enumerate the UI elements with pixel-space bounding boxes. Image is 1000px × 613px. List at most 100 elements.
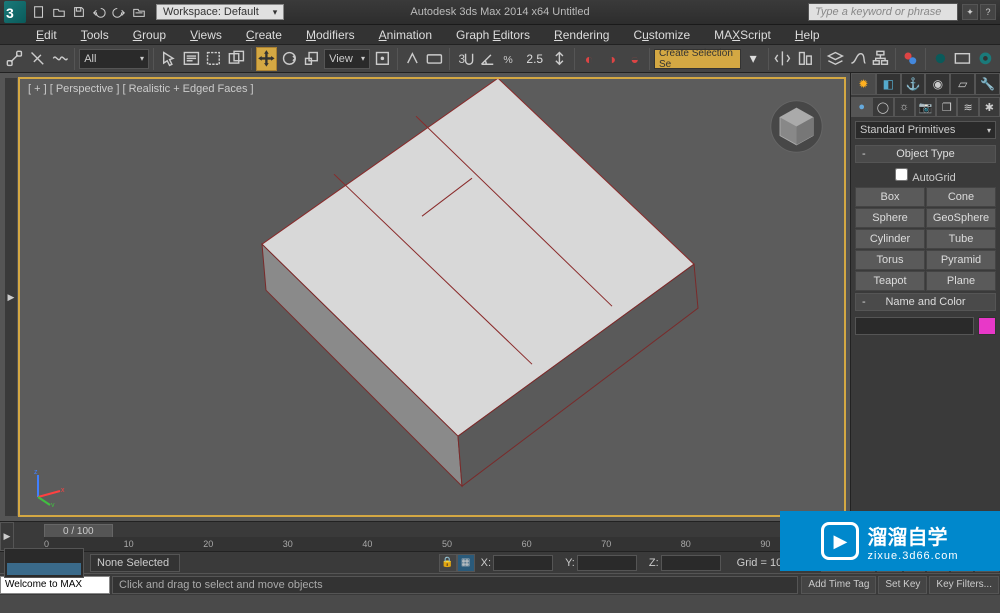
object-color-swatch[interactable]: [978, 317, 996, 335]
rollout-name-color[interactable]: Name and Color: [855, 293, 996, 311]
app-logo[interactable]: 3: [4, 1, 26, 23]
object-name-input[interactable]: [855, 317, 974, 335]
cameras-tab-icon[interactable]: 📷: [915, 97, 936, 117]
select-by-name-icon[interactable]: [181, 47, 202, 71]
pivot-center-icon[interactable]: [372, 47, 393, 71]
set-key-button[interactable]: Set Key: [878, 576, 927, 594]
undo-icon[interactable]: [90, 3, 108, 21]
cylinder-button[interactable]: Cylinder: [855, 229, 925, 249]
modify-tab-icon[interactable]: ◧: [876, 73, 901, 95]
render-icon[interactable]: [975, 47, 996, 71]
add-time-tag[interactable]: Add Time Tag: [801, 576, 876, 594]
save-icon[interactable]: [70, 3, 88, 21]
utilities-tab-icon[interactable]: 🔧: [975, 73, 1000, 95]
tube-button[interactable]: Tube: [926, 229, 996, 249]
key-filters-button[interactable]: Key Filters...: [929, 576, 999, 594]
hierarchy-tab-icon[interactable]: ⚓: [901, 73, 926, 95]
menu-create[interactable]: Create: [234, 26, 294, 44]
torus-button[interactable]: Torus: [855, 250, 925, 270]
select-rotate-icon[interactable]: [279, 47, 300, 71]
infocenter-icon[interactable]: ✦: [962, 4, 978, 20]
scene-box[interactable]: [162, 77, 702, 508]
time-ruler[interactable]: 0 10 20 30 40 50 60 70 80 90: [44, 537, 840, 551]
percent-snap-icon[interactable]: %: [500, 47, 521, 71]
link-icon[interactable]: [4, 47, 25, 71]
layers-icon[interactable]: [825, 47, 846, 71]
menu-group[interactable]: Group: [121, 26, 178, 44]
bind-spacewarp-icon[interactable]: [50, 47, 71, 71]
curve-editor-icon[interactable]: [848, 47, 869, 71]
spacewarps-tab-icon[interactable]: ≋: [957, 97, 978, 117]
menu-rendering[interactable]: Rendering: [542, 26, 621, 44]
spinner-snap-icon[interactable]: [549, 47, 570, 71]
workspace-selector[interactable]: Workspace: Default: [156, 4, 284, 20]
z-input[interactable]: [661, 555, 721, 571]
viewport-perspective[interactable]: [ + ] [ Perspective ] [ Realistic + Edge…: [18, 77, 846, 517]
viewcube-icon[interactable]: [769, 99, 824, 154]
align-icon[interactable]: [795, 47, 816, 71]
snap-toggle-icon[interactable]: 3: [454, 47, 475, 71]
named-selection-sets[interactable]: Create Selection Se: [654, 49, 741, 69]
new-icon[interactable]: [30, 3, 48, 21]
shapes-tab-icon[interactable]: ◯: [872, 97, 893, 117]
schematic-icon[interactable]: [870, 47, 891, 71]
pyramid-button[interactable]: Pyramid: [926, 250, 996, 270]
render-frame-icon[interactable]: [952, 47, 973, 71]
select-object-icon[interactable]: [158, 47, 179, 71]
time-slider-zone[interactable]: 0 / 100 0 10 20 30 40 50 60 70 80 90: [14, 522, 850, 551]
select-scale-icon[interactable]: [301, 47, 322, 71]
render-setup-icon[interactable]: [930, 47, 951, 71]
lights-tab-icon[interactable]: ☼: [894, 97, 915, 117]
rollout-object-type[interactable]: Object Type: [855, 145, 996, 163]
select-move-icon[interactable]: [256, 47, 277, 71]
redo-icon[interactable]: [110, 3, 128, 21]
plane-button[interactable]: Plane: [926, 271, 996, 291]
project-icon[interactable]: [130, 3, 148, 21]
named-sel-dropdown-icon[interactable]: ▾: [743, 47, 764, 71]
menu-grapheditors[interactable]: Graph Editors: [444, 26, 542, 44]
sphere-button[interactable]: Sphere: [855, 208, 925, 228]
select-region-icon[interactable]: [203, 47, 224, 71]
help-icon[interactable]: ?: [980, 4, 996, 20]
menu-maxscript[interactable]: MAXScript: [702, 26, 783, 44]
unlink-icon[interactable]: [27, 47, 48, 71]
mirror-icon[interactable]: [772, 47, 793, 71]
menu-edit[interactable]: Edit: [24, 26, 69, 44]
trackbar-mini[interactable]: [4, 548, 84, 578]
geosphere-button[interactable]: GeoSphere: [926, 208, 996, 228]
selection-filter[interactable]: All: [79, 49, 149, 69]
keyboard-shortcut-icon[interactable]: [424, 47, 445, 71]
help-search-input[interactable]: Type a keyword or phrase: [808, 3, 958, 21]
display-tab-icon[interactable]: ▱: [950, 73, 975, 95]
systems-tab-icon[interactable]: ✱: [979, 97, 1000, 117]
open-icon[interactable]: [50, 3, 68, 21]
teapot-button[interactable]: Teapot: [855, 271, 925, 291]
create-tab-icon[interactable]: ✹: [851, 73, 876, 95]
menu-modifiers[interactable]: Modifiers: [294, 26, 367, 44]
viewport-side-tab[interactable]: ▶: [4, 77, 18, 517]
motion-tab-icon[interactable]: ◉: [925, 73, 950, 95]
helpers-tab-icon[interactable]: ❐: [936, 97, 957, 117]
x-input[interactable]: [493, 555, 553, 571]
autogrid-checkbox[interactable]: AutoGrid: [851, 165, 1000, 187]
category-dropdown[interactable]: Standard Primitives: [855, 121, 996, 139]
menu-animation[interactable]: Animation: [367, 26, 444, 44]
ref-coord-system[interactable]: View: [324, 49, 370, 69]
manipulate-icon[interactable]: [402, 47, 423, 71]
ese-icon[interactable]: ◐: [579, 47, 600, 71]
lock-selection-icon[interactable]: 🔒: [439, 554, 457, 572]
menu-tools[interactable]: Tools: [69, 26, 121, 44]
window-crossing-icon[interactable]: [226, 47, 247, 71]
y-input[interactable]: [577, 555, 637, 571]
material-editor-icon[interactable]: [900, 47, 921, 71]
menu-customize[interactable]: Customize: [621, 26, 702, 44]
cone-button[interactable]: Cone: [926, 187, 996, 207]
ese2-icon[interactable]: ◑: [602, 47, 623, 71]
box-button[interactable]: Box: [855, 187, 925, 207]
angle-snap-icon[interactable]: [477, 47, 498, 71]
absolute-mode-icon[interactable]: ▦: [457, 554, 475, 572]
viewport-label[interactable]: [ + ] [ Perspective ] [ Realistic + Edge…: [28, 83, 254, 95]
menu-views[interactable]: Views: [178, 26, 234, 44]
menu-help[interactable]: Help: [783, 26, 832, 44]
ese3-icon[interactable]: ◒: [624, 47, 645, 71]
